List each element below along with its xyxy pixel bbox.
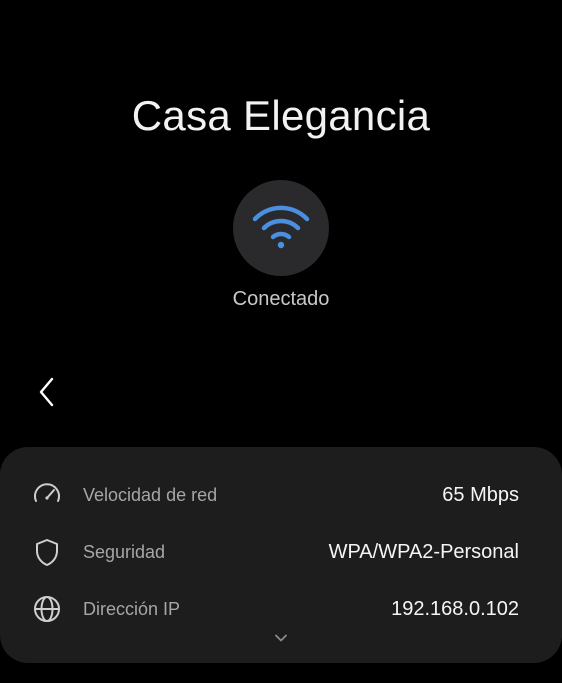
back-button[interactable] — [26, 374, 66, 414]
ip-value: 192.168.0.102 — [391, 597, 519, 620]
shield-icon — [31, 536, 63, 568]
connection-status: Conectado — [232, 288, 330, 310]
globe-icon — [31, 593, 63, 625]
security-label: Seguridad — [83, 541, 166, 562]
network-name: Casa Elegancia — [131, 92, 431, 139]
chevron-down-icon — [274, 630, 288, 648]
ip-label: Dirección IP — [83, 598, 181, 619]
detail-row-speed: Velocidad de red 65 Mbps — [0, 475, 562, 515]
wifi-status-circle — [233, 180, 329, 276]
chevron-left-icon — [36, 375, 56, 414]
speed-label: Velocidad de red — [83, 484, 218, 505]
security-value: WPA/WPA2-Personal — [328, 540, 519, 563]
speed-value: 65 Mbps — [442, 483, 519, 506]
expand-details-button[interactable] — [271, 632, 291, 646]
wifi-icon — [251, 202, 311, 255]
detail-row-ip: Dirección IP 192.168.0.102 — [0, 589, 562, 629]
detail-row-security: Seguridad WPA/WPA2-Personal — [0, 532, 562, 572]
speedometer-icon — [31, 479, 63, 511]
